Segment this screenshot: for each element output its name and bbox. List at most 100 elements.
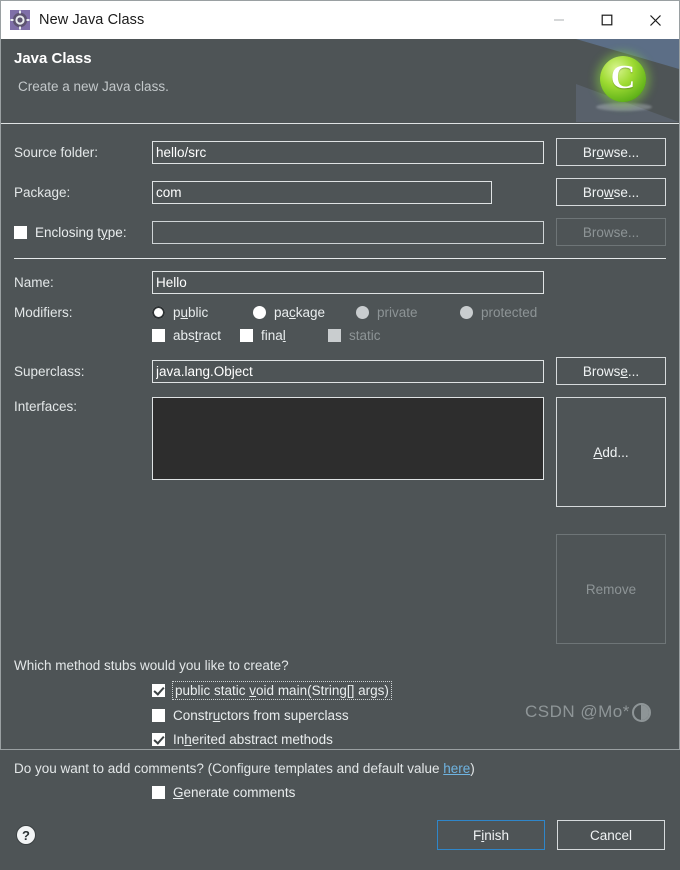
checkbox-box-icon — [152, 709, 165, 722]
window-title: New Java Class — [39, 12, 145, 28]
checkbox-label: Constructors from superclass — [173, 708, 349, 723]
interfaces-remove-button[interactable]: Remove — [556, 534, 666, 644]
stub-checkbox-constructors-from-superclass[interactable]: Constructors from superclass — [152, 708, 666, 723]
source-folder-row: Source folder: Browse... — [14, 138, 666, 166]
stub-checkbox-main-method[interactable]: public static void main(String[] args) — [152, 681, 666, 700]
label-text-mnemonic: c — [289, 305, 296, 320]
checkbox-label: public static void main(String[] args) — [172, 681, 392, 700]
enclosing-type-row: Enclosing type: Br o wse... — [14, 218, 666, 246]
interfaces-buttons: Add... Remove — [556, 397, 666, 644]
checkbox-label: final — [261, 328, 286, 343]
source-folder-label: Source folder: — [14, 144, 99, 160]
checkbox-box-icon — [152, 733, 165, 746]
window-controls — [535, 1, 679, 39]
enclosing-type-checkbox[interactable]: Enclosing type: — [14, 225, 152, 240]
btn-text-pre: Brows — [582, 363, 621, 379]
java-class-window-icon — [10, 10, 30, 30]
package-label: Package: — [14, 184, 71, 200]
stub-checkbox-inherited-abstract-methods[interactable]: Inherited abstract methods — [152, 732, 666, 747]
superclass-input[interactable] — [152, 359, 544, 383]
checkbox-label: Inherited abstract methods — [173, 732, 333, 747]
maximize-button[interactable] — [583, 1, 631, 39]
label-text-mnemonic: y — [101, 224, 108, 240]
label-text-post: erited abstract methods — [191, 732, 333, 747]
source-folder-input[interactable] — [152, 140, 544, 164]
cancel-button[interactable]: Cancel — [557, 820, 665, 850]
btn-text-pre: Cancel — [589, 827, 633, 843]
modifiers-checkbox-row: abstract final static — [14, 328, 666, 343]
section-divider — [14, 258, 666, 259]
btn-text-post: nish — [484, 827, 509, 843]
enclosing-type-browse-button[interactable]: Br o wse... — [556, 218, 666, 246]
finish-button[interactable]: Fi nish — [437, 820, 545, 850]
comments-question-pre: Do you want to add comments? (Configure … — [14, 761, 444, 776]
btn-text-mnemonic: A — [593, 444, 603, 460]
label-text-post: oid main(String[] args) — [256, 683, 389, 698]
package-input[interactable] — [152, 180, 492, 204]
java-class-badge-icon: C — [600, 56, 646, 102]
btn-text-post: se... — [613, 184, 640, 200]
source-folder-browse-button[interactable]: Br o wse... — [556, 138, 666, 166]
comments-question: Do you want to add comments? (Configure … — [14, 761, 666, 776]
modifier-radio-public[interactable]: public — [152, 305, 253, 320]
minimize-icon — [554, 19, 564, 21]
interfaces-list[interactable] — [152, 397, 544, 480]
radio-dot-icon — [152, 306, 165, 319]
btn-text-mnemonic: w — [603, 184, 614, 200]
modifiers-checkbox-group: abstract final static — [152, 328, 666, 343]
modifier-checkbox-abstract[interactable]: abstract — [152, 328, 240, 343]
modifier-checkbox-final[interactable]: final — [240, 328, 328, 343]
label-text-pre: In — [173, 732, 185, 747]
superclass-browse-button[interactable]: Brows e... — [556, 357, 666, 385]
help-icon[interactable]: ? — [15, 824, 37, 846]
modifier-radio-private[interactable]: private — [356, 305, 460, 320]
btn-text-mnemonic: e — [620, 363, 628, 379]
label-text-pre: pa — [274, 305, 290, 320]
enclosing-type-label: Enclosing type: — [35, 225, 127, 240]
generate-comments-checkbox[interactable]: Generate comments — [152, 785, 666, 800]
page-title: Java Class — [14, 50, 92, 67]
form-area: Source folder: Browse... Package: Browse… — [1, 124, 679, 800]
modifier-radio-protected[interactable]: protected — [460, 305, 537, 320]
btn-text-post: ... — [627, 363, 640, 379]
label-text-mnemonic: u — [180, 305, 189, 320]
label-text-pre: public static — [175, 683, 250, 698]
comments-question-post: ) — [470, 761, 475, 776]
label-text-pre: Constr — [173, 708, 213, 723]
radio-label: protected — [481, 305, 538, 320]
superclass-label: Superclass: — [14, 363, 85, 379]
radio-label: package — [274, 305, 325, 320]
checkbox-box-icon — [152, 786, 165, 799]
checkbox-box-icon — [240, 329, 253, 342]
btn-text-pre: Br — [582, 224, 597, 240]
label-text-mnemonic: l — [282, 328, 286, 343]
package-browse-button[interactable]: Bro w se... — [556, 178, 666, 206]
btn-text-post: dd... — [602, 444, 629, 460]
page-subtitle: Create a new Java class. — [18, 79, 169, 94]
checkbox-box-icon — [328, 329, 341, 342]
interfaces-row: Interfaces: Add... Remove — [14, 397, 666, 644]
btn-text-pre: Remove — [585, 581, 637, 597]
label-text-pre: abs — [173, 328, 195, 343]
label-text-post: kage — [295, 305, 326, 320]
configure-templates-link[interactable]: here — [443, 761, 470, 776]
package-row: Package: Browse... — [14, 178, 666, 206]
btn-text-post: wse... — [603, 144, 640, 160]
label-text-post: blic — [188, 305, 209, 320]
interfaces-add-button[interactable]: Add... — [556, 397, 666, 507]
minimize-button[interactable] — [535, 1, 583, 39]
close-button[interactable] — [631, 1, 679, 39]
modifiers-label: Modifiers: — [14, 305, 73, 320]
title-bar: New Java Class — [1, 1, 679, 39]
method-stubs-question: Which method stubs would you like to cre… — [14, 658, 289, 673]
label-text-pre: fina — [261, 328, 283, 343]
name-input[interactable] — [152, 271, 544, 294]
modifier-checkbox-static[interactable]: static — [328, 328, 381, 343]
interfaces-label: Interfaces: — [14, 399, 78, 414]
maximize-icon — [601, 14, 613, 26]
name-row: Name: — [14, 271, 666, 294]
modifier-radio-package[interactable]: package — [253, 305, 356, 320]
name-label: Name: — [14, 275, 54, 290]
checkbox-box-icon — [14, 225, 27, 239]
enclosing-type-input[interactable] — [152, 220, 544, 244]
